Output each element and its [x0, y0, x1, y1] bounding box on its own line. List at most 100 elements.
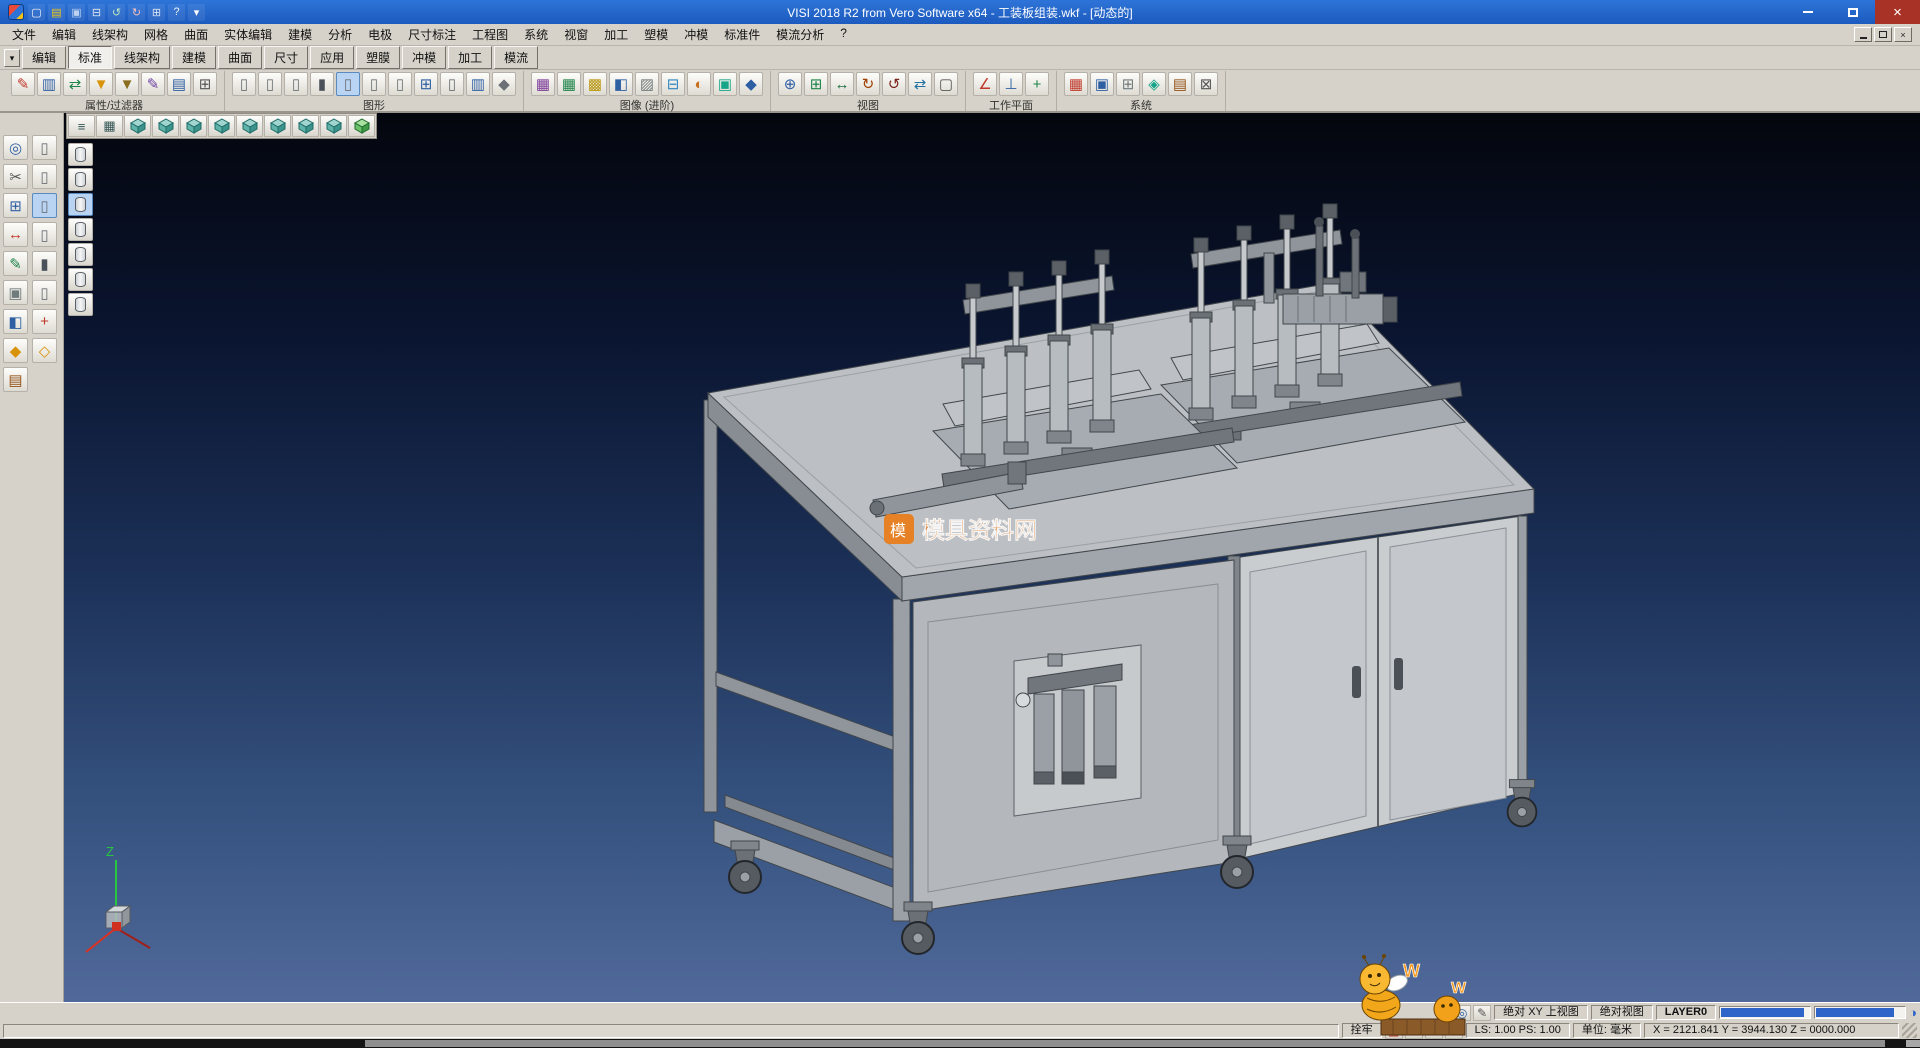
view-settings-icon[interactable]: ▢: [934, 72, 958, 96]
menu-item[interactable]: 曲面: [176, 24, 216, 45]
menu-item[interactable]: 标准件: [716, 24, 768, 45]
refresh-view-icon[interactable]: ⇄: [908, 72, 932, 96]
wireframe-mode-icon[interactable]: ▦: [557, 72, 581, 96]
mdi-minimize-button[interactable]: [1854, 27, 1872, 42]
color-bar-2[interactable]: [1814, 1006, 1906, 1019]
settings-icon[interactable]: ⊞: [148, 4, 165, 21]
scrollbar-end[interactable]: [1906, 1040, 1920, 1047]
pick-status-icon[interactable]: ✎: [1473, 1005, 1491, 1021]
highlight-icon[interactable]: ◆: [3, 338, 28, 363]
entity-filter-3-icon[interactable]: ▯: [32, 222, 57, 247]
menu-item[interactable]: 建模: [280, 24, 320, 45]
toolbar-tab[interactable]: 塑膜: [356, 46, 400, 69]
line-weight-icon[interactable]: ▯: [258, 72, 282, 96]
open-doc-icon[interactable]: ▤: [48, 4, 65, 21]
add-icon[interactable]: +: [32, 309, 57, 334]
zoom-all-icon[interactable]: ⊕: [778, 72, 802, 96]
3d-scene[interactable]: 模 模具资料网 Z: [64, 113, 1920, 1002]
redo-icon[interactable]: ↻: [128, 4, 145, 21]
toolbar-tab[interactable]: 应用: [310, 46, 354, 69]
save-icon[interactable]: ▣: [68, 4, 85, 21]
print-icon[interactable]: ⊟: [88, 4, 105, 21]
display-settings-icon[interactable]: ▣: [1090, 72, 1114, 96]
toolbar-tab[interactable]: 模流: [494, 46, 538, 69]
mdi-close-button[interactable]: ×: [1894, 27, 1912, 42]
diamond-icon[interactable]: ◇: [32, 338, 57, 363]
toolbar-tab[interactable]: 尺寸: [264, 46, 308, 69]
filter-icon[interactable]: ▼: [89, 72, 113, 96]
toolbar-tab[interactable]: 编辑: [22, 46, 66, 69]
quickbar-more-icon[interactable]: ▾: [188, 4, 205, 21]
resize-grip[interactable]: [1902, 1023, 1917, 1038]
menu-item[interactable]: 冲模: [676, 24, 716, 45]
database-icon[interactable]: ▤: [1168, 72, 1192, 96]
solid-filter-icon[interactable]: [68, 143, 93, 166]
filter-add-icon[interactable]: ▼: [115, 72, 139, 96]
maximize-button[interactable]: [1830, 0, 1875, 24]
clipboard-icon[interactable]: ▯: [32, 135, 57, 160]
attributes-copy-icon[interactable]: ▥: [37, 72, 61, 96]
menu-item[interactable]: 系统: [516, 24, 556, 45]
entity-filter-1-icon[interactable]: ▯: [32, 164, 57, 189]
surface-filter-icon[interactable]: [68, 168, 93, 191]
attributes-edit-icon[interactable]: ✎: [11, 72, 35, 96]
menu-item[interactable]: 电极: [360, 24, 400, 45]
mesh-icon[interactable]: ▨: [635, 72, 659, 96]
render-icon[interactable]: ◆: [739, 72, 763, 96]
attributes-match-icon[interactable]: ⇄: [63, 72, 87, 96]
iso-view-icon[interactable]: [180, 115, 207, 137]
toolbar-tab[interactable]: 曲面: [218, 46, 262, 69]
toolbar-tab[interactable]: 标准: [68, 46, 112, 69]
table-style-icon[interactable]: ▥: [466, 72, 490, 96]
half-shade-icon[interactable]: ◧: [609, 72, 633, 96]
close-button[interactable]: ×: [1875, 0, 1920, 24]
system-options-icon[interactable]: ⊠: [1194, 72, 1218, 96]
menu-item[interactable]: 文件: [4, 24, 44, 45]
style-gear-icon[interactable]: ◆: [492, 72, 516, 96]
scrollbar-thumb[interactable]: [365, 1040, 1885, 1047]
compass-icon[interactable]: ◑: [1445, 1023, 1463, 1039]
iso-view-icon[interactable]: [292, 115, 319, 137]
box-icon[interactable]: ▣: [3, 280, 28, 305]
entity-filter-4-icon[interactable]: ▮: [32, 251, 57, 276]
menu-item[interactable]: 加工: [596, 24, 636, 45]
viewport-3d[interactable]: 模 模具资料网 Z ≡ ▦: [64, 113, 1920, 1002]
menu-item[interactable]: 网格: [136, 24, 176, 45]
toolbar-tab[interactable]: 冲模: [402, 46, 446, 69]
menu-item[interactable]: 塑模: [636, 24, 676, 45]
color-bar-1[interactable]: [1719, 1006, 1811, 1019]
section-icon[interactable]: ⊟: [661, 72, 685, 96]
zoom-window-icon[interactable]: ⊞: [804, 72, 828, 96]
grid-style-icon[interactable]: ⊞: [414, 72, 438, 96]
point-style-icon[interactable]: ▯: [284, 72, 308, 96]
menu-item[interactable]: 模流分析: [768, 24, 832, 45]
annotate-icon[interactable]: ✎: [1405, 1023, 1423, 1039]
mesh-filter-icon[interactable]: [68, 243, 93, 266]
iso-view-icon[interactable]: [152, 115, 179, 137]
mdi-restore-button[interactable]: [1874, 27, 1892, 42]
shaded-view-icon[interactable]: [348, 115, 375, 137]
entity-filter-2-icon[interactable]: ▯: [32, 193, 57, 218]
menu-item[interactable]: 线架构: [84, 24, 136, 45]
menu-item[interactable]: 视窗: [556, 24, 596, 45]
toolbar-tab[interactable]: 建模: [172, 46, 216, 69]
iso-view-icon[interactable]: [264, 115, 291, 137]
menu-item[interactable]: ?: [832, 24, 855, 45]
selection-filter-icon[interactable]: ⊞: [193, 72, 217, 96]
workplane-create-icon[interactable]: ∠: [973, 72, 997, 96]
active-layer-indicator[interactable]: LAYER0: [1656, 1005, 1716, 1020]
filter-edit-icon[interactable]: ✎: [141, 72, 165, 96]
snap-settings-icon[interactable]: ◈: [1142, 72, 1166, 96]
texture-icon[interactable]: ▣: [713, 72, 737, 96]
hidden-line-icon[interactable]: ▩: [583, 72, 607, 96]
trim-icon[interactable]: ✂: [3, 164, 28, 189]
pan-icon[interactable]: ↔: [830, 72, 854, 96]
menu-item[interactable]: 尺寸标注: [400, 24, 464, 45]
shade-mode-icon[interactable]: ▦: [531, 72, 555, 96]
help-icon[interactable]: ?: [168, 4, 185, 21]
rotate-view-icon[interactable]: ↻: [856, 72, 880, 96]
point-filter-icon[interactable]: [68, 218, 93, 241]
view-list-icon[interactable]: ≡: [68, 115, 95, 137]
active-style-icon[interactable]: ▯: [336, 72, 360, 96]
toolbar-tab[interactable]: 加工: [448, 46, 492, 69]
